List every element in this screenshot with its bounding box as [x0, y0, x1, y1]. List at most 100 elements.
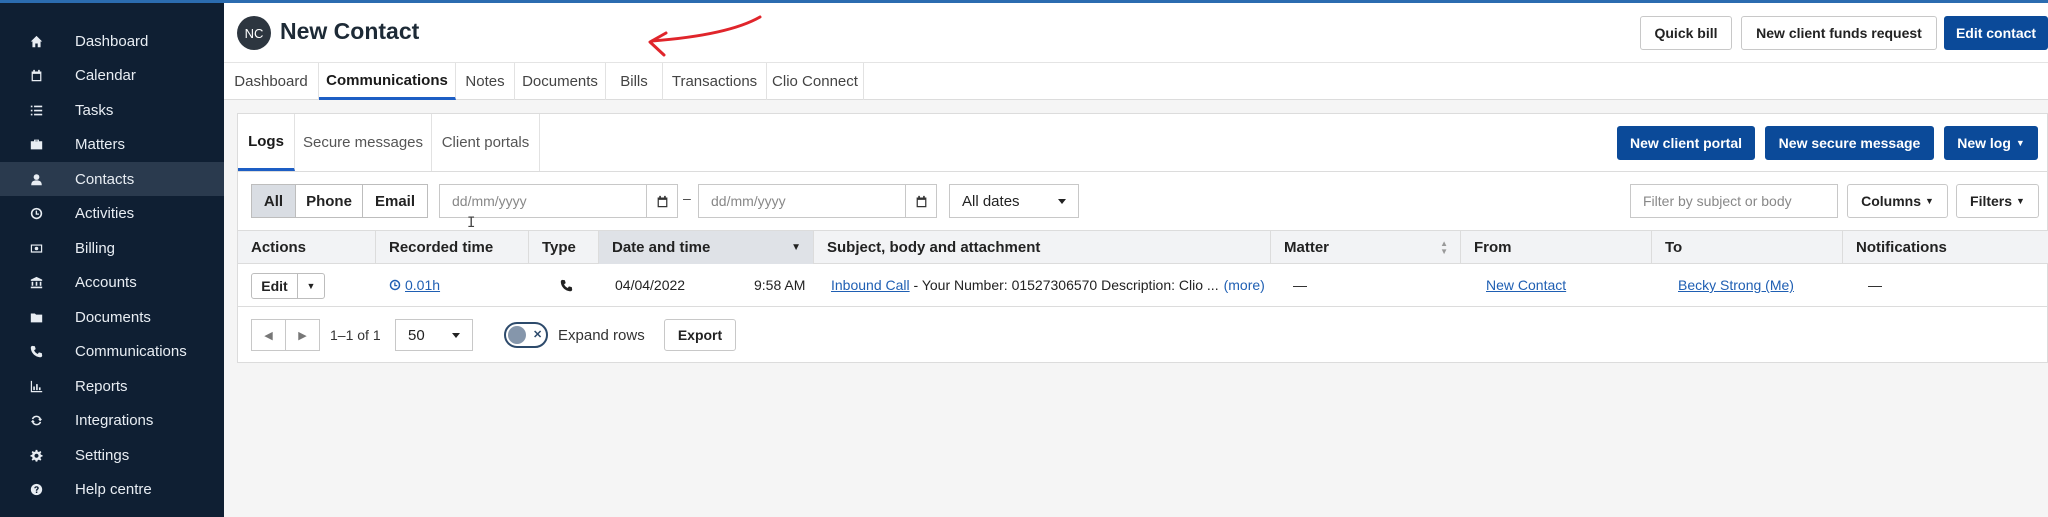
- chevron-down-icon: ▼: [2016, 196, 2025, 206]
- communications-panel: Logs Secure messages Client portals New …: [237, 113, 2048, 363]
- new-client-portal-button[interactable]: New client portal: [1617, 126, 1755, 160]
- sidebar-item-contacts[interactable]: Contacts: [0, 162, 224, 196]
- sidebar-item-billing[interactable]: Billing: [0, 231, 224, 265]
- recorded-time-link[interactable]: 0.01h: [405, 277, 440, 293]
- from-contact-link[interactable]: New Contact: [1486, 277, 1566, 293]
- sidebar-item-settings[interactable]: Settings: [0, 438, 224, 472]
- quick-bill-button[interactable]: Quick bill: [1640, 16, 1732, 50]
- edit-split-button: Edit ▼: [251, 273, 325, 299]
- page-size-select[interactable]: 50: [395, 319, 473, 351]
- subject-link[interactable]: Inbound Call: [831, 277, 910, 293]
- date-to-calendar-button[interactable]: [905, 184, 937, 218]
- user-icon: [28, 171, 44, 187]
- column-to[interactable]: To: [1652, 231, 1843, 264]
- column-type[interactable]: Type: [529, 231, 599, 264]
- page-title: New Contact: [280, 18, 420, 44]
- column-recorded-time[interactable]: Recorded time: [376, 231, 529, 264]
- date-from-calendar-button[interactable]: [646, 184, 678, 218]
- sidebar-item-label: Contacts: [75, 170, 135, 188]
- filter-email-button[interactable]: Email: [362, 184, 428, 218]
- sidebar-item-activities[interactable]: Activities: [0, 196, 224, 230]
- tab-notes[interactable]: Notes: [456, 63, 515, 100]
- export-button[interactable]: Export: [664, 319, 736, 351]
- tab-bills[interactable]: Bills: [606, 63, 663, 100]
- sidebar-item-dashboard[interactable]: Dashboard: [0, 24, 224, 58]
- tab-documents[interactable]: Documents: [515, 63, 606, 100]
- sidebar-item-accounts[interactable]: Accounts: [0, 265, 224, 299]
- next-page-button[interactable]: ▶: [285, 319, 320, 351]
- subject-cell: Inbound Call - Your Number: 01527306570 …: [831, 264, 1265, 306]
- page-size-value: 50: [408, 326, 425, 344]
- date-range-select[interactable]: All dates: [949, 184, 1079, 218]
- tab-communications[interactable]: Communications: [319, 63, 456, 100]
- sidebar-item-label: Documents: [75, 308, 151, 326]
- chevron-down-icon: [1058, 199, 1066, 204]
- column-actions: Actions: [238, 231, 376, 264]
- subject-preview: - Your Number: 01527306570 Description: …: [909, 277, 1219, 293]
- filter-bar: All Phone Email dd/mm/yyyy – dd/mm/yyyy …: [238, 172, 2048, 230]
- subtab-secure-messages[interactable]: Secure messages: [295, 114, 432, 171]
- date-range-separator: –: [683, 190, 691, 206]
- edit-button[interactable]: Edit: [252, 274, 298, 298]
- from-cell: New Contact: [1486, 264, 1566, 306]
- date-to-input[interactable]: dd/mm/yyyy: [698, 184, 906, 218]
- money-icon: [28, 240, 44, 256]
- column-matter[interactable]: Matter ▲ ▼: [1271, 231, 1461, 264]
- sidebar-item-label: Calendar: [75, 66, 136, 84]
- edit-dropdown-toggle[interactable]: ▼: [298, 274, 324, 298]
- sidebar-item-calendar[interactable]: Calendar: [0, 58, 224, 92]
- tab-transactions[interactable]: Transactions: [663, 63, 767, 100]
- subject-filter-input[interactable]: Filter by subject or body: [1630, 184, 1838, 218]
- column-date-and-time[interactable]: Date and time ▼: [599, 231, 814, 264]
- sidebar-item-help-centre[interactable]: Help centre: [0, 472, 224, 506]
- filters-label: Filters: [1970, 193, 2013, 209]
- sidebar-item-matters[interactable]: Matters: [0, 127, 224, 161]
- new-secure-message-button[interactable]: New secure message: [1765, 126, 1934, 160]
- sidebar-item-communications[interactable]: Communications: [0, 334, 224, 368]
- sidebar-item-tasks[interactable]: Tasks: [0, 93, 224, 127]
- sidebar-item-label: Dashboard: [75, 32, 149, 50]
- subtab-logs[interactable]: Logs: [238, 114, 295, 171]
- date-from-input[interactable]: dd/mm/yyyy: [439, 184, 647, 218]
- page-header: NC New Contact Quick bill New client fun…: [224, 3, 2048, 62]
- chevron-down-icon: ▼: [2015, 138, 2025, 148]
- to-contact-link[interactable]: Becky Strong (Me): [1678, 277, 1794, 293]
- bank-icon: [28, 274, 44, 290]
- column-subject[interactable]: Subject, body and attachment: [814, 231, 1271, 264]
- new-client-funds-request-button[interactable]: New client funds request: [1741, 16, 1937, 50]
- recorded-time-cell[interactable]: 0.01h: [389, 264, 440, 306]
- chevron-right-icon: ▶: [298, 329, 307, 342]
- filters-button[interactable]: Filters ▼: [1956, 184, 2039, 218]
- list-icon: [28, 102, 44, 118]
- sidebar-item-reports[interactable]: Reports: [0, 369, 224, 403]
- sidebar-item-documents[interactable]: Documents: [0, 300, 224, 334]
- sidebar-item-label: Billing: [75, 239, 116, 257]
- more-link[interactable]: (more): [1224, 277, 1265, 293]
- subtab-client-portals[interactable]: Client portals: [432, 114, 540, 171]
- notifications-cell: —: [1868, 277, 1882, 293]
- table-row: Edit ▼ 0.01h 04/04/2022 9:58 AM Inbound …: [238, 264, 2048, 307]
- sidebar-item-integrations[interactable]: Integrations: [0, 403, 224, 437]
- sidebar-item-label: Help centre: [75, 480, 152, 498]
- filter-all-button[interactable]: All: [251, 184, 296, 218]
- columns-button[interactable]: Columns ▼: [1847, 184, 1948, 218]
- date-cell: 04/04/2022: [615, 277, 686, 293]
- type-cell: [560, 264, 573, 306]
- tab-dashboard[interactable]: Dashboard: [224, 63, 319, 100]
- filter-phone-button[interactable]: Phone: [295, 184, 363, 218]
- communications-subtabs: Logs Secure messages Client portals New …: [238, 114, 2048, 172]
- previous-page-button[interactable]: ◀: [251, 319, 286, 351]
- edit-contact-button[interactable]: Edit contact: [1944, 16, 2048, 50]
- calendar-icon: [916, 195, 926, 207]
- sidebar-item-label: Tasks: [75, 101, 114, 119]
- sidebar-item-label: Settings: [75, 446, 130, 464]
- column-notifications[interactable]: Notifications: [1843, 231, 2048, 264]
- column-from[interactable]: From: [1461, 231, 1652, 264]
- new-log-button[interactable]: New log ▼: [1944, 126, 2038, 160]
- sidebar-item-label: Communications: [75, 342, 187, 360]
- pagination-range: 1–1 of 1: [330, 327, 381, 343]
- folder-icon: [28, 309, 44, 325]
- sidebar-item-label: Reports: [75, 377, 128, 395]
- tab-clio-connect[interactable]: Clio Connect: [767, 63, 864, 100]
- expand-rows-toggle[interactable]: ✕: [504, 322, 548, 348]
